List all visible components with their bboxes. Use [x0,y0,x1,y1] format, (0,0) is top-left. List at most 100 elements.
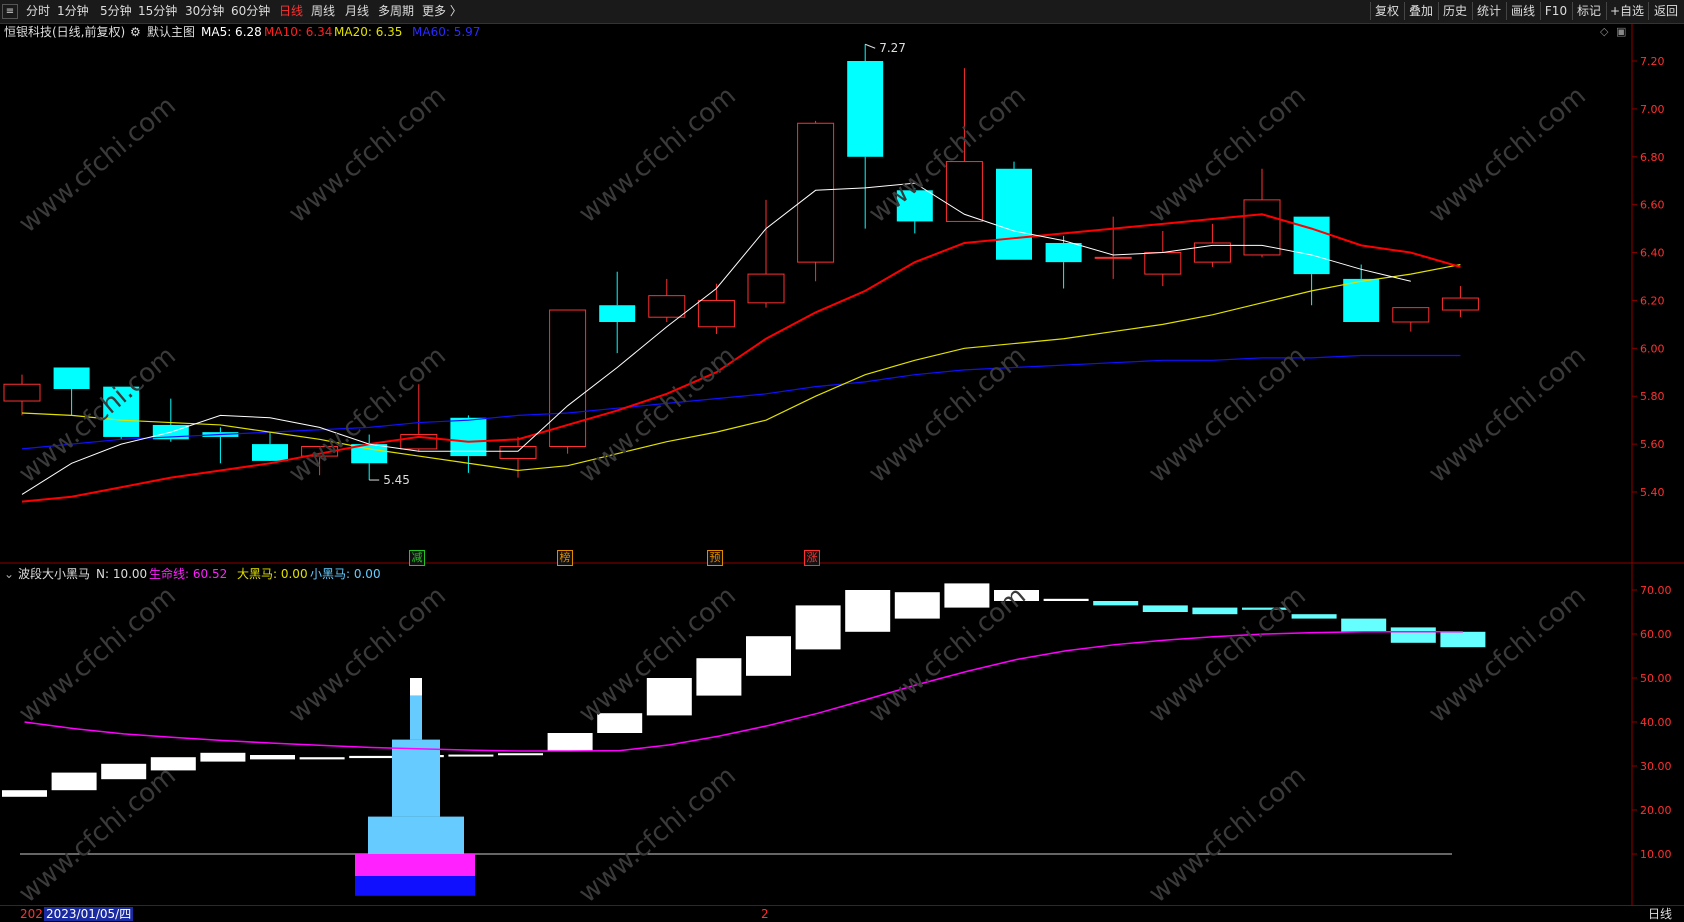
step-block [746,636,791,676]
f10-button[interactable]: F10 [1540,2,1571,20]
y-tick-label: 5.40 [1640,486,1665,499]
candle-down [996,168,1032,260]
history-button[interactable]: 历史 [1438,2,1471,20]
candle-up [549,309,587,448]
period-60min[interactable]: 60分钟 [231,3,270,20]
candle-up [697,299,735,328]
candle-down [103,386,140,437]
cursor-date: 2023/01/05/四 [44,907,134,921]
life-line [24,630,1463,752]
add-watchlist-button[interactable]: +自选 [1606,2,1647,20]
y-tick-label: 7.00 [1640,103,1665,116]
step-block [498,753,543,756]
period-more[interactable]: 更多 〉 [422,3,462,20]
ma5-line [21,182,1411,495]
step-block [646,678,692,716]
step-block [200,752,246,762]
step-block [547,733,593,751]
step-block [994,590,1039,601]
y-tick-label: 70.00 [1640,584,1672,597]
step-block [2,790,47,797]
step-block [845,590,891,632]
step-block [1192,607,1238,615]
step-block [1390,627,1436,643]
ma10-line [21,213,1461,503]
draw-button[interactable]: 画线 [1506,2,1539,20]
low-price-label: 5.45 [383,473,410,487]
y-tick-label: 30.00 [1640,760,1672,773]
candlestick-chart[interactable]: 7.20 7.00 6.80 6.60 6.40 6.20 6.00 5.80 5.60 5.40… [0,24,1684,564]
candle-up [3,383,41,402]
tower-blue [355,876,475,896]
period-fenshi[interactable]: 分时 [26,3,50,20]
back-button[interactable]: 返回 [1648,2,1683,20]
step-block [944,583,990,608]
axis-mark: 2 [761,907,769,921]
step-block [448,754,494,757]
year-prefix: 202 [20,907,43,921]
period-30min[interactable]: 30分钟 [185,3,224,20]
step-block [51,772,97,791]
y-tick-label: 50.00 [1640,672,1672,685]
menu-icon[interactable]: ≡ [2,4,18,19]
candle-down [599,305,636,322]
step-block [1341,618,1387,632]
candle-up [1441,297,1479,311]
y-tick-label: 40.00 [1640,716,1672,729]
period-monthly[interactable]: 月线 [345,3,369,20]
tower-tier [392,739,440,817]
tower-tier [410,695,422,740]
y-tick-label: 10.00 [1640,848,1672,861]
stats-button[interactable]: 统计 [1472,2,1505,20]
step-block [101,763,147,780]
tower-top [410,678,422,696]
step-block [1291,614,1337,619]
candle-down [53,367,90,390]
period-daily[interactable]: 日线 [279,3,303,20]
candle-up [945,161,983,222]
step-block [1440,631,1486,648]
step-block [150,757,196,771]
y-tick-label: 6.00 [1640,342,1665,355]
fuquan-button[interactable]: 复权 [1370,2,1403,20]
tower-magenta [355,854,475,876]
period-weekly[interactable]: 周线 [311,3,335,20]
mark-button[interactable]: 标记 [1572,2,1605,20]
candle-up [797,122,835,263]
step-block [696,658,742,696]
period-multi[interactable]: 多周期 [378,3,414,20]
candle-up [648,295,686,318]
step-block [349,755,395,759]
step-block [1142,605,1188,612]
candle-down [1045,242,1082,263]
step-block [250,755,295,760]
candle-up [1243,199,1281,256]
candle-up [1094,256,1132,259]
step-block [597,713,643,733]
candle-down [847,61,884,157]
period-5min[interactable]: 5分钟 [100,3,132,20]
step-block [1242,607,1287,610]
date-axis: 202 2023/01/05/四 2 日线 [0,905,1684,922]
indicator-chart[interactable]: 70.00 60.00 50.00 40.00 30.00 20.00 10.00 [0,563,1684,905]
high-price-label: 7.27 [879,41,906,55]
period-1min[interactable]: 1分钟 [57,3,89,20]
candle-up [1392,307,1430,323]
y-tick-label: 6.40 [1640,247,1665,260]
candle-down [450,417,487,457]
ma20-line [21,263,1461,472]
period-label: 日线 [1648,907,1673,921]
y-tick-label: 60.00 [1640,628,1672,641]
y-tick-label: 7.20 [1640,55,1665,68]
candle-up [747,273,785,304]
y-tick-label: 5.60 [1640,438,1665,451]
step-block [1093,601,1139,606]
candle-up [1144,252,1182,275]
period-15min[interactable]: 15分钟 [138,3,177,20]
y-tick-label: 6.80 [1640,151,1665,164]
step-block [795,605,841,650]
step-block [1043,598,1089,601]
overlay-button[interactable]: 叠加 [1404,2,1437,20]
y-tick-label: 6.60 [1640,199,1665,212]
y-tick-label: 5.80 [1640,390,1665,403]
